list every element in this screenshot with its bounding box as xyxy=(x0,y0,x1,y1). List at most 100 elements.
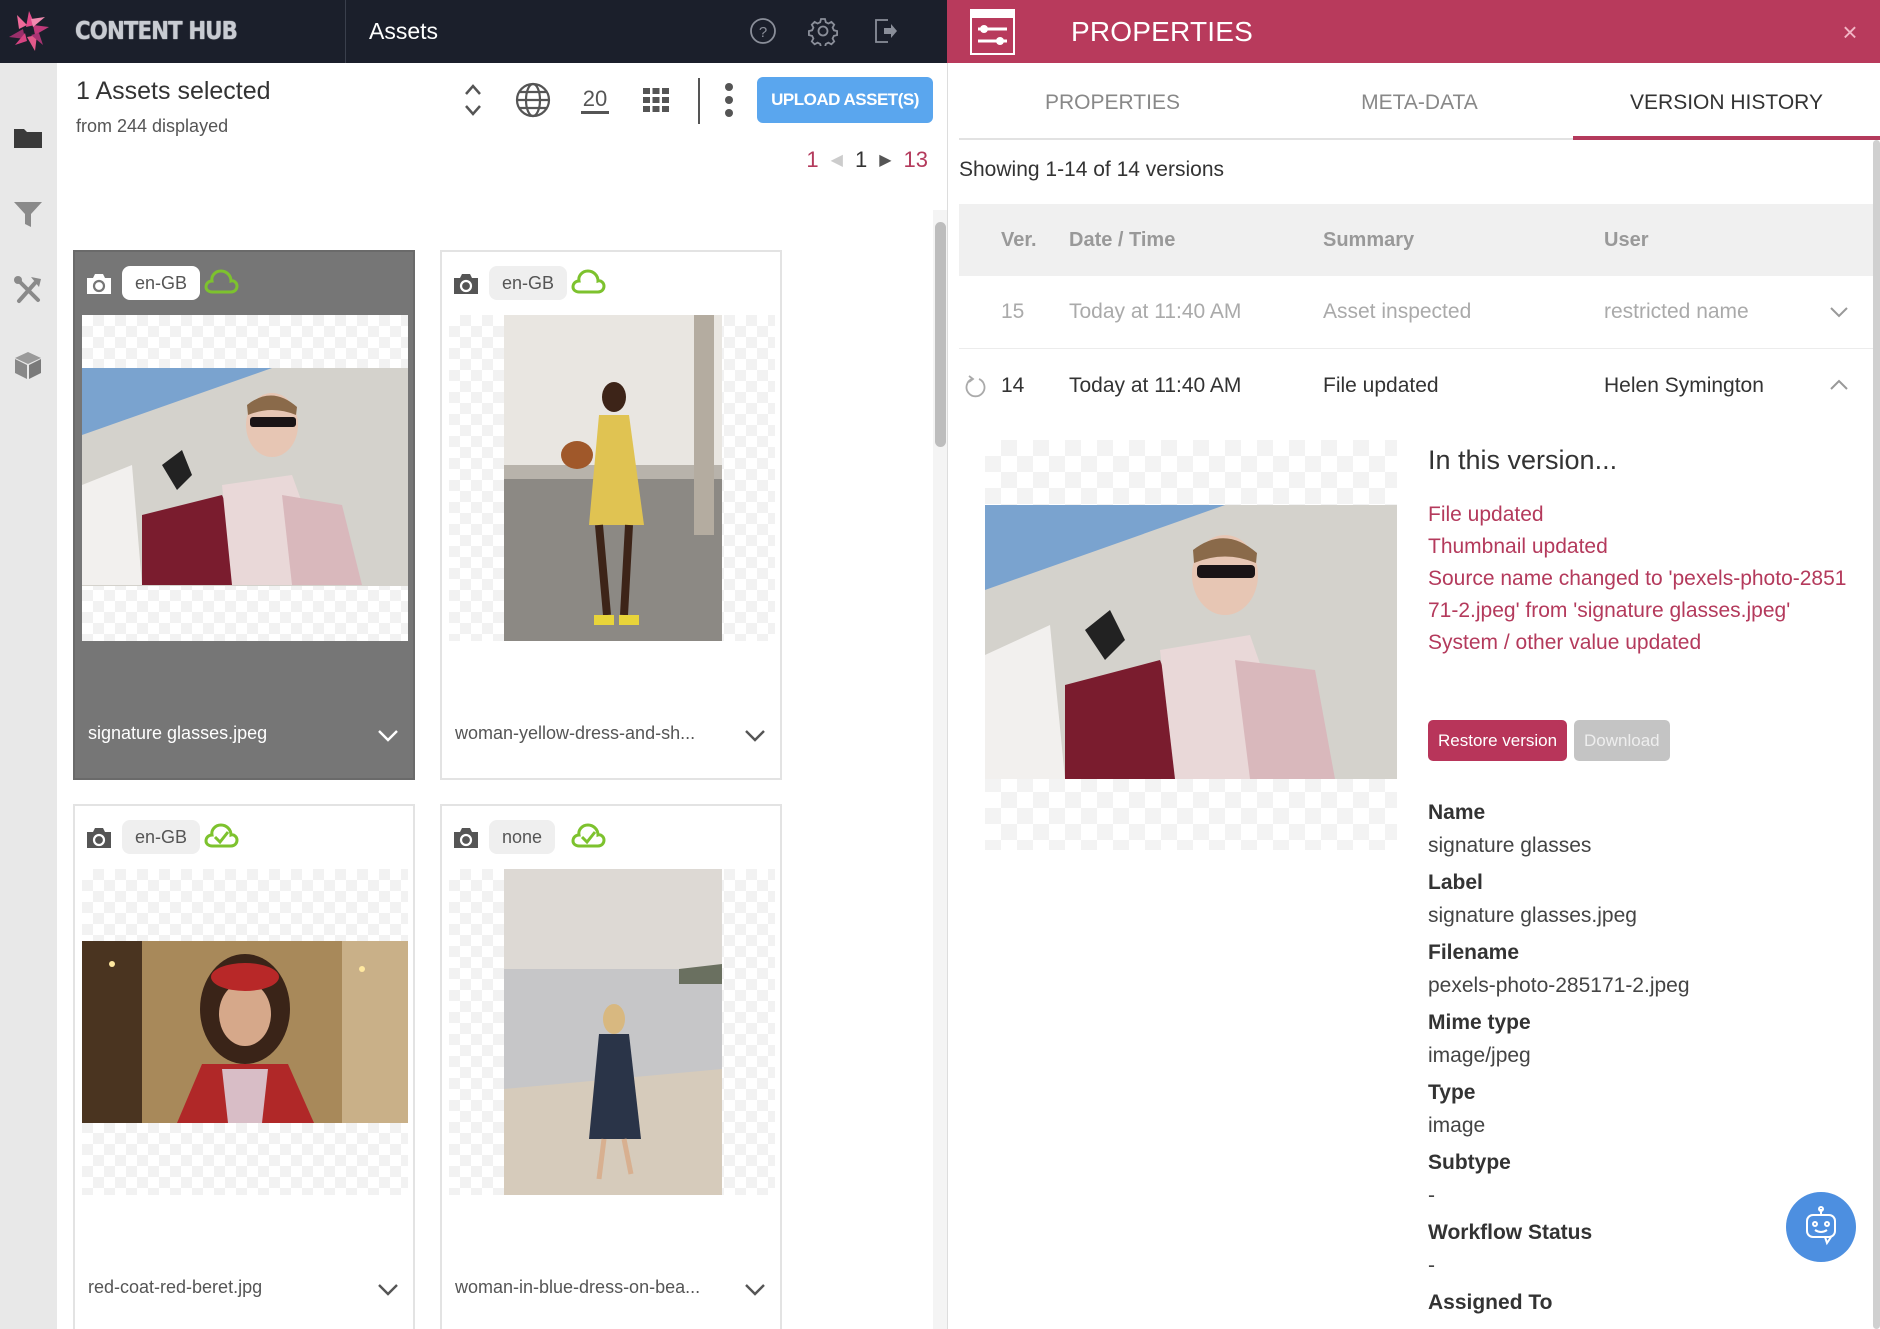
chevron-down-icon[interactable] xyxy=(375,1276,401,1302)
tab-properties[interactable]: PROPERTIES xyxy=(959,63,1266,138)
asset-card[interactable]: none woman-in-blue-dress-on-bea... xyxy=(440,804,782,1329)
asset-card[interactable]: en-GB woman-yellow-dress-and-sh... xyxy=(440,250,782,780)
asset-card[interactable]: en-GB signature glasses.jpeg xyxy=(73,250,415,780)
version-detail-title: In this version... xyxy=(1428,445,1618,475)
asset-card[interactable]: en-GB red-coat-red-beret.jpg xyxy=(73,804,415,1329)
last-page-link[interactable]: 13 xyxy=(904,147,928,173)
properties-sliders-icon xyxy=(970,9,1015,55)
photo-woman-blue-dress-beach xyxy=(504,869,722,1195)
content-hub-app: CONTENT HUB Assets ? 1 Assets selected f… xyxy=(0,0,1880,1329)
panel-title: PROPERTIES xyxy=(1071,16,1253,47)
globe-icon xyxy=(515,82,551,118)
prop-label: Assigned To xyxy=(1428,1291,1553,1314)
assets-scrollbar[interactable] xyxy=(935,222,946,447)
change-item: File updated xyxy=(1428,503,1544,526)
content-hub-logo-icon[interactable] xyxy=(6,8,52,54)
prop-value: - xyxy=(1428,1254,1435,1277)
page-title: Assets xyxy=(369,18,439,44)
folder-icon[interactable] xyxy=(11,121,45,155)
asset-filename: woman-yellow-dress-and-sh... xyxy=(455,723,696,743)
chevron-down-icon[interactable] xyxy=(1827,300,1851,324)
svg-text:?: ? xyxy=(759,24,767,41)
prop-value: signature glasses.jpeg xyxy=(1428,904,1637,927)
tab-version-history[interactable]: VERSION HISTORY xyxy=(1573,63,1880,140)
chevron-down-icon[interactable] xyxy=(375,722,401,748)
table-row[interactable]: 14 Today at 11:40 AM File updated Helen … xyxy=(959,349,1873,422)
cloud-outline-icon xyxy=(571,269,606,294)
pane-divider xyxy=(947,63,948,1329)
row-user: restricted name xyxy=(1604,300,1749,323)
chevron-down-icon[interactable] xyxy=(742,722,768,748)
prop-value: signature glasses xyxy=(1428,834,1592,857)
cloud-outline-icon xyxy=(204,269,239,294)
tools-icon[interactable] xyxy=(11,273,45,307)
chatbot-button[interactable] xyxy=(1786,1192,1856,1262)
prev-page-icon[interactable]: ◀ xyxy=(831,150,843,170)
version-properties: Name signature glasses Label signature g… xyxy=(1428,795,1828,1321)
row-summary: File updated xyxy=(1323,373,1439,397)
panel-scrollbar[interactable] xyxy=(1873,140,1880,1329)
more-options-button[interactable] xyxy=(719,78,739,122)
versions-count: Showing 1-14 of 14 versions xyxy=(959,158,1224,181)
photo-woman-sunglasses xyxy=(82,368,408,586)
prop-value: pexels-photo-285171-2.jpeg xyxy=(1428,974,1690,997)
settings-gear-icon[interactable] xyxy=(808,16,838,46)
grid-view-button[interactable] xyxy=(640,78,672,122)
asset-thumbnail[interactable] xyxy=(82,315,408,641)
per-page-selector[interactable]: 20 xyxy=(578,78,612,122)
col-date: Date / Time xyxy=(1069,228,1176,251)
restore-icon[interactable] xyxy=(963,374,987,398)
prop-label: Filename xyxy=(1428,941,1520,964)
properties-panel-header: PROPERTIES × xyxy=(947,0,1880,63)
more-vertical-icon xyxy=(725,83,733,117)
change-item: Thumbnail updated xyxy=(1428,535,1608,558)
prop-label: Name xyxy=(1428,801,1486,824)
download-button[interactable]: Download xyxy=(1574,720,1670,761)
language-button[interactable] xyxy=(513,78,553,122)
cube-icon[interactable] xyxy=(11,348,45,382)
photo-woman-yellow-dress xyxy=(504,315,722,641)
tab-meta-data[interactable]: META-DATA xyxy=(1266,63,1573,138)
asset-thumbnail[interactable] xyxy=(449,869,775,1195)
asset-filename: woman-in-blue-dress-on-bea... xyxy=(455,1277,701,1297)
grid-view-icon xyxy=(643,88,669,112)
camera-icon xyxy=(87,274,111,294)
col-user: User xyxy=(1604,228,1649,251)
table-header: Ver. Date / Time Summary User xyxy=(959,204,1873,276)
top-bar: CONTENT HUB Assets ? xyxy=(0,0,947,63)
upload-assets-button[interactable]: UPLOAD ASSET(S) xyxy=(757,77,933,123)
locale-badge: en-GB xyxy=(489,266,568,300)
filter-funnel-icon[interactable] xyxy=(11,197,45,231)
chevron-down-icon[interactable] xyxy=(742,1276,768,1302)
change-item: System / other value updated xyxy=(1428,631,1702,654)
change-item: Source name changed to 'pexels-photo-285… xyxy=(1428,567,1847,622)
row-user: Helen Symington xyxy=(1604,373,1764,397)
close-icon[interactable]: × xyxy=(1836,18,1864,46)
brand-name: CONTENT HUB xyxy=(75,16,238,45)
sort-toggle-button[interactable] xyxy=(460,78,486,122)
table-row[interactable]: 15 Today at 11:40 AM Asset inspected res… xyxy=(959,276,1873,349)
asset-thumbnail[interactable] xyxy=(82,869,408,1195)
cloud-check-icon xyxy=(571,823,606,848)
prop-label: Type xyxy=(1428,1081,1476,1104)
first-page-link[interactable]: 1 xyxy=(806,147,818,173)
next-page-icon[interactable]: ▶ xyxy=(879,150,891,170)
camera-icon xyxy=(454,274,478,294)
locale-badge: en-GB xyxy=(122,266,201,300)
asset-filename: signature glasses.jpeg xyxy=(88,723,268,743)
cloud-check-icon xyxy=(204,823,239,848)
asset-thumbnail[interactable] xyxy=(449,315,775,641)
help-icon[interactable]: ? xyxy=(748,16,778,46)
restore-version-button[interactable]: Restore version xyxy=(1428,720,1568,761)
topbar-divider xyxy=(345,0,346,63)
logout-icon[interactable] xyxy=(870,16,900,46)
camera-icon xyxy=(454,828,478,848)
chevron-up-icon[interactable] xyxy=(1827,373,1851,397)
prop-label: Workflow Status xyxy=(1428,1221,1593,1244)
assets-selected-count: 1 Assets selected xyxy=(76,77,271,105)
locale-badge: en-GB xyxy=(122,820,201,854)
row-date: Today at 11:40 AM xyxy=(1069,300,1242,323)
photo-woman-sunglasses-large xyxy=(985,505,1397,779)
per-page-value: 20 xyxy=(580,86,610,114)
row-date: Today at 11:40 AM xyxy=(1069,373,1242,397)
